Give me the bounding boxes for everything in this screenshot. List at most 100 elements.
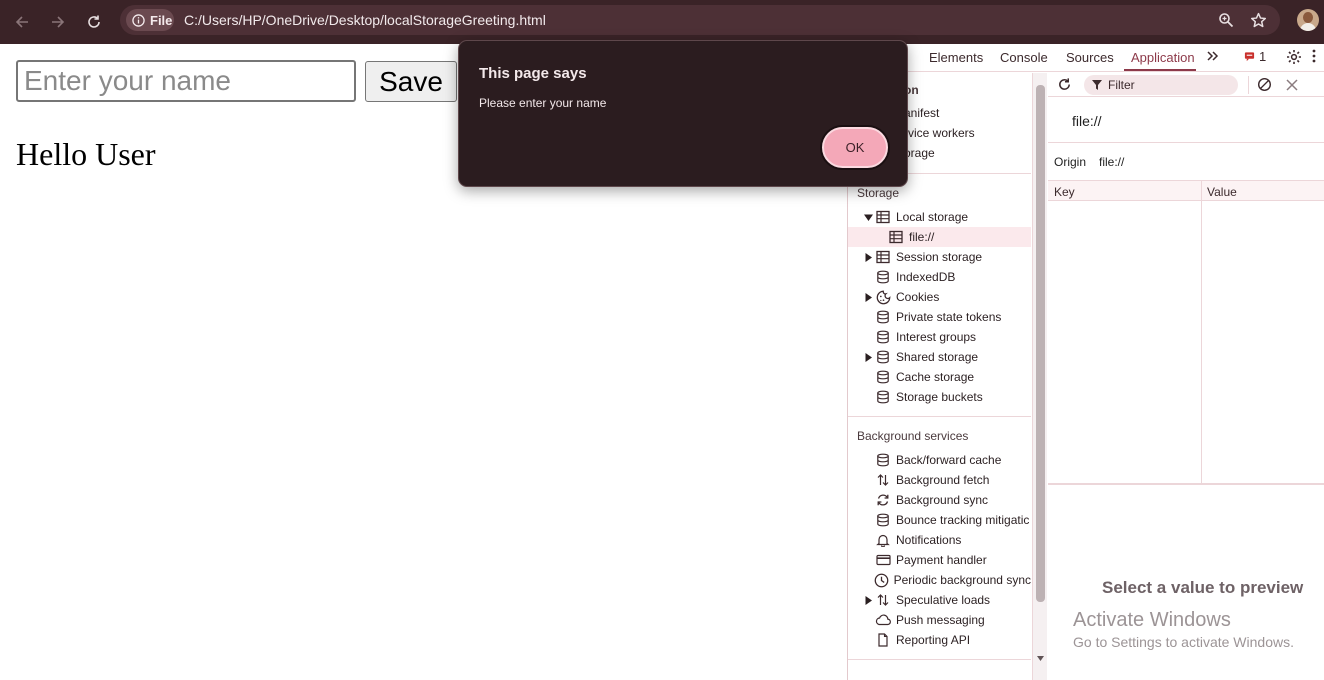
tab-console[interactable]: Console xyxy=(1000,50,1048,65)
url-text[interactable]: C:/Users/HP/OneDrive/Desktop/localStorag… xyxy=(184,12,546,28)
sidebar-item-label: Back/forward cache xyxy=(896,453,1002,467)
cloud-icon xyxy=(875,612,891,628)
origin-value: file:// xyxy=(1099,155,1125,169)
kebab-menu-icon xyxy=(1312,49,1316,63)
chevron-right-icon[interactable] xyxy=(864,292,873,302)
key-value-table[interactable]: Key Value xyxy=(1048,181,1324,485)
sidebar-item-file-origin[interactable]: file:// xyxy=(848,227,1031,247)
chevron-right-icon[interactable] xyxy=(864,595,873,605)
arrow-spacer xyxy=(864,556,873,565)
sidebar-item-label: Session storage xyxy=(896,250,983,264)
chevron-right-icon[interactable] xyxy=(864,252,873,262)
avatar-body xyxy=(1300,23,1316,31)
sidebar-item-local-storage[interactable]: Local storage xyxy=(848,207,1031,227)
sidebar-item-shared-storage[interactable]: Shared storage xyxy=(848,347,1031,367)
block-icon xyxy=(1257,77,1272,92)
forward-button[interactable] xyxy=(44,8,72,36)
forward-arrow-icon xyxy=(52,16,65,28)
arrow-spacer xyxy=(864,313,873,322)
sidebar-item-label: Interest groups xyxy=(896,330,977,344)
sidebar-item-background-fetch[interactable]: Background fetch xyxy=(848,470,1031,490)
sidebar-item-storage-buckets[interactable]: Storage buckets xyxy=(848,387,1031,407)
chevron-right-icon[interactable] xyxy=(864,352,873,362)
sidebar-item-label: Cache storage xyxy=(896,370,975,384)
zoom-button[interactable] xyxy=(1216,10,1236,30)
clock-icon xyxy=(874,572,889,588)
refresh-button[interactable] xyxy=(1057,77,1072,97)
database-icon xyxy=(875,349,891,365)
issues-count: 1 xyxy=(1259,49,1267,64)
sync-icon xyxy=(875,492,891,508)
tab-application[interactable]: Application xyxy=(1131,50,1195,65)
sidebar-item-notifications[interactable]: Notifications xyxy=(848,530,1031,550)
origin-row: Origin file:// xyxy=(1048,142,1324,181)
name-input[interactable] xyxy=(16,60,356,102)
activate-windows-title: Activate Windows xyxy=(1073,609,1231,631)
sidebar-item-label: Payment handler xyxy=(896,553,987,567)
sidebar-item-speculative-loads[interactable]: Speculative loads xyxy=(848,590,1031,610)
sidebar-item-label: file:// xyxy=(909,230,935,244)
sidebar-item-label: Background fetch xyxy=(896,473,990,487)
reload-button[interactable] xyxy=(80,8,108,36)
toolbar-separator xyxy=(1248,76,1249,94)
sidebar-item-interest-groups[interactable]: Interest groups xyxy=(848,327,1031,347)
sidebar-vertical-scrollbar[interactable] xyxy=(1032,73,1047,680)
column-value[interactable]: Value xyxy=(1207,185,1237,199)
tab-elements[interactable]: Elements xyxy=(929,50,983,65)
dialog-message: Please enter your name xyxy=(479,96,607,110)
bookmark-button[interactable] xyxy=(1248,10,1268,30)
ok-button[interactable]: OK xyxy=(822,127,888,168)
issues-badge[interactable]: 1 xyxy=(1244,49,1266,64)
devtools-panel: Elements Console Sources Application 1 o… xyxy=(847,44,1324,680)
sidebar-item-private-state-tokens[interactable]: Private state tokens xyxy=(848,307,1031,327)
filter-input[interactable]: Filter xyxy=(1084,75,1238,95)
scroll-down-icon xyxy=(1037,656,1044,661)
arrow-spacer xyxy=(864,636,873,645)
sidebar-item-label: Reporting API xyxy=(896,633,971,647)
clear-all-button[interactable] xyxy=(1257,77,1272,97)
database-icon xyxy=(875,329,891,345)
database-icon xyxy=(875,269,891,285)
alert-dialog: This page says Please enter your name OK xyxy=(458,40,908,187)
sidebar-item-label: Cookies xyxy=(896,290,940,304)
sidebar-item-session-storage[interactable]: Session storage xyxy=(848,247,1031,267)
chevron-down-icon[interactable] xyxy=(864,213,873,222)
arrow-spacer xyxy=(864,333,873,342)
settings-button[interactable] xyxy=(1286,49,1302,65)
address-bar[interactable]: File C:/Users/HP/OneDrive/Desktop/localS… xyxy=(120,5,1280,35)
sidebar-divider xyxy=(848,659,1031,660)
more-tabs-button[interactable] xyxy=(1206,49,1220,63)
sidebar-item-cache-storage[interactable]: Cache storage xyxy=(848,367,1031,387)
sidebar-item-label: Speculative loads xyxy=(896,593,991,607)
column-key[interactable]: Key xyxy=(1054,185,1075,199)
database-icon xyxy=(875,369,891,385)
sidebar-item-payment-handler[interactable]: Payment handler xyxy=(848,550,1031,570)
sidebar-item-periodic-background-sync[interactable]: Periodic background sync xyxy=(848,570,1031,590)
greeting-text: Hello User xyxy=(16,136,156,172)
sidebar-item-background-sync[interactable]: Background sync xyxy=(848,490,1031,510)
vertical-scroll-thumb[interactable] xyxy=(1036,85,1045,602)
sidebar-divider xyxy=(848,416,1031,417)
arrow-spacer xyxy=(864,516,873,525)
database-icon xyxy=(875,389,891,405)
table-icon xyxy=(875,249,891,265)
save-button[interactable]: Save xyxy=(365,61,457,102)
reload-icon xyxy=(88,15,100,28)
sidebar-item-back-forward-cache[interactable]: Back/forward cache xyxy=(848,450,1031,470)
profile-avatar[interactable] xyxy=(1297,9,1319,31)
tab-sources[interactable]: Sources xyxy=(1066,50,1114,65)
sidebar-item-push-messaging[interactable]: Push messaging xyxy=(848,610,1031,630)
devtools-menu-button[interactable] xyxy=(1312,49,1316,63)
sidebar-item-label: Private state tokens xyxy=(896,310,1002,324)
sidebar-item-bounce-tracking-mitigatic[interactable]: Bounce tracking mitigatic xyxy=(848,510,1031,530)
zoom-icon xyxy=(1219,13,1234,28)
origin-label: Origin xyxy=(1054,155,1087,169)
back-button[interactable] xyxy=(8,8,36,36)
delete-selected-button[interactable] xyxy=(1286,78,1298,96)
sidebar-item-cookies[interactable]: Cookies xyxy=(848,287,1031,307)
sidebar-item-reporting-api[interactable]: Reporting API xyxy=(848,630,1031,650)
sidebar-item-indexeddb[interactable]: IndexedDB xyxy=(848,267,1031,287)
arrow-spacer xyxy=(864,536,873,545)
site-info-chip[interactable]: File xyxy=(126,9,174,31)
arrow-spacer xyxy=(864,273,873,282)
